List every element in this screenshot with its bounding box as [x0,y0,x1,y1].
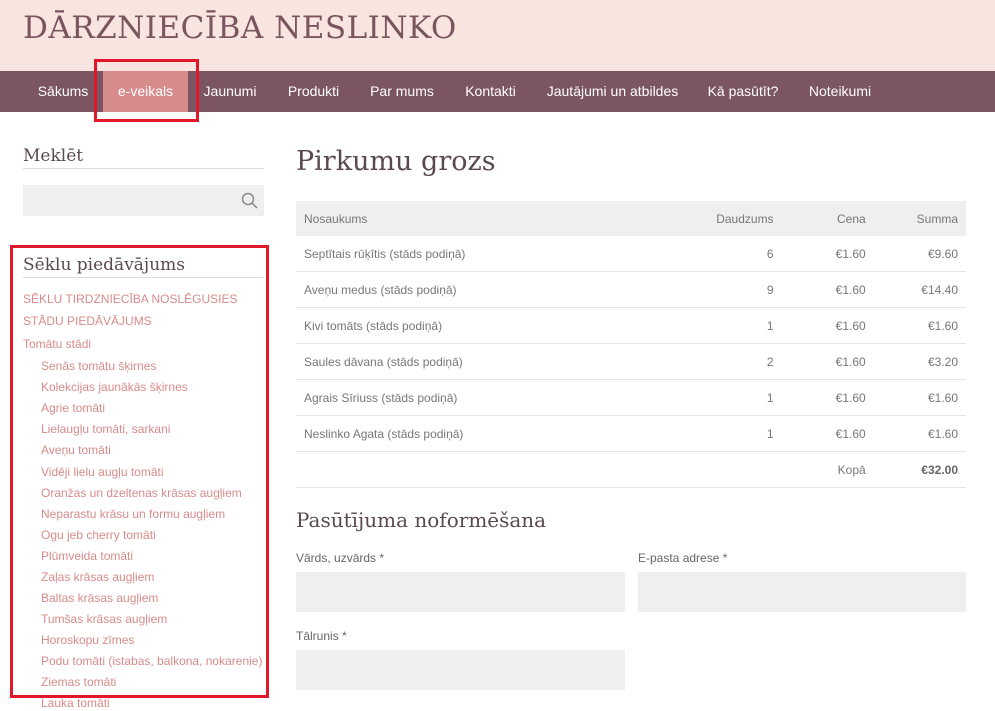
cart-item-name[interactable]: Kivi tomāts (stāds podiņā) [296,307,667,344]
column-header-name: Nosaukums [296,201,667,236]
cart-item-qty: 2 [666,343,782,380]
search-heading: Meklēt [23,146,264,169]
category-item[interactable]: Ziemas tomāti [41,675,116,689]
cart-table: Nosaukums Daudzums Cena Summa Septītais … [296,201,966,488]
column-header-qty: Daudzums [666,201,782,236]
cart-item-sum: €1.60 [873,379,966,416]
cart-item-price: €1.60 [781,343,874,380]
category-item[interactable]: Agrie tomāti [41,401,105,415]
table-row: Saules dāvana (stāds podiņā) 2 €1.60 €3.… [296,343,966,380]
category-item[interactable]: Oranžas un dzeltenas krāsas augļiem [41,486,242,500]
category-item[interactable]: Aveņu tomāti [41,443,111,457]
main-nav: Sākums e-veikals Jaunumi Produkti Par mu… [0,71,995,112]
nav-item-e-veikals[interactable]: e-veikals [103,71,188,112]
nav-item-noteikumi[interactable]: Noteikumi [793,71,887,112]
column-header-price: Cena [781,201,874,236]
cart-item-price: €1.60 [781,271,874,308]
table-row: Aveņu medus (stāds podiņā) 9 €1.60 €14.4… [296,271,966,308]
cart-item-price: €1.60 [781,379,874,416]
category-item[interactable]: Tumšas krāsas augļiem [41,612,167,626]
cart-item-price: €1.60 [781,236,874,272]
cart-item-sum: €1.60 [873,307,966,344]
table-row: Kivi tomāts (stāds podiņā) 1 €1.60 €1.60 [296,307,966,344]
search-icon[interactable] [240,191,260,211]
category-item[interactable]: Lauka tomāti [41,696,110,710]
phone-label: Tālrunis * [296,629,347,643]
email-field[interactable] [638,572,966,612]
offers-heading: Sēklu piedāvājums [23,255,264,278]
nav-item-jautajumi[interactable]: Jautājumi un atbildes [532,71,693,112]
cart-item-name[interactable]: Saules dāvana (stāds podiņā) [296,343,667,380]
cart-item-price: €1.60 [781,307,874,344]
order-section-title: Pasūtījuma noformēšana [296,508,547,532]
cart-item-qty: 6 [666,236,782,272]
nav-item-kontakti[interactable]: Kontakti [449,71,532,112]
table-row: Neslinko Agata (stāds podiņā) 1 €1.60 €1… [296,415,966,452]
nav-item-ka-pasutit[interactable]: Kā pasūtīt? [693,71,793,112]
cart-item-qty: 9 [666,271,782,308]
category-item[interactable]: Zaļas krāsas augļiem [41,570,154,584]
name-field[interactable] [296,572,625,612]
page-title: Pirkumu grozs [296,146,496,177]
search-box [23,185,264,216]
phone-field[interactable] [296,650,625,690]
cart-total-spacer [666,451,782,488]
cart-item-name[interactable]: Agrais Sīriuss (stāds podiņā) [296,379,667,416]
cart-item-name[interactable]: Neslinko Agata (stāds podiņā) [296,415,667,452]
email-label: E-pasta adrese * [638,551,728,565]
search-input[interactable] [23,185,233,216]
nav-item-jaunumi[interactable]: Jaunumi [188,71,272,112]
cart-item-price: €1.60 [781,415,874,452]
cart-item-qty: 1 [666,307,782,344]
category-item[interactable]: Baltas krāsas augļiem [41,591,158,605]
category-item[interactable]: Neparastu krāsu un formu augļiem [41,507,225,521]
cart-total-row: Kopā €32.00 [296,451,966,488]
cart-item-sum: €3.20 [873,343,966,380]
category-item[interactable]: Horoskopu zīmes [41,633,134,647]
category-item[interactable]: Podu tomāti (istabas, balkona, nokarenie… [41,654,262,668]
cart-item-sum: €14.40 [873,271,966,308]
category-item[interactable]: Kolekcijas jaunākās šķirnes [41,380,188,394]
cart-table-header: Nosaukums Daudzums Cena Summa [296,201,966,236]
category-item[interactable]: Lielaugļu tomāti, sarkani [41,422,170,436]
category-item[interactable]: Plūmveida tomāti [41,549,133,563]
category-item[interactable]: Ogu jeb cherry tomāti [41,528,156,542]
category-item[interactable]: Senās tomātu šķirnes [41,359,156,373]
cart-item-sum: €1.60 [873,415,966,452]
table-row: Agrais Sīriuss (stāds podiņā) 1 €1.60 €1… [296,379,966,416]
cart-total-value: €32.00 [873,451,966,488]
cart-total-label: Kopā [781,451,874,488]
cart-item-qty: 1 [666,415,782,452]
category-item[interactable]: Tomātu stādi [23,337,91,351]
name-label: Vārds, uzvārds * [296,551,385,565]
nav-item-par-mums[interactable]: Par mums [355,71,449,112]
site-header: DĀRZNIECĪBA NESLINKO [0,0,995,71]
site-title[interactable]: DĀRZNIECĪBA NESLINKO [23,10,457,46]
category-item[interactable]: Vidēji lielu augļu tomāti [41,465,164,479]
category-item[interactable]: STĀDU PIEDĀVĀJUMS [23,314,152,328]
column-header-sum: Summa [873,201,966,236]
cart-item-qty: 1 [666,379,782,416]
cart-item-name[interactable]: Aveņu medus (stāds podiņā) [296,271,667,308]
cart-total-spacer [296,451,667,488]
nav-item-sakums[interactable]: Sākums [23,71,103,112]
nav-item-produkti[interactable]: Produkti [272,71,355,112]
cart-item-name[interactable]: Septītais rūķītis (stāds podiņā) [296,236,667,272]
table-row: Septītais rūķītis (stāds podiņā) 6 €1.60… [296,236,966,272]
cart-item-sum: €9.60 [873,236,966,272]
category-item[interactable]: SĒKLU TIRDZNIECĪBA NOSLĒGUSIES [23,292,238,306]
